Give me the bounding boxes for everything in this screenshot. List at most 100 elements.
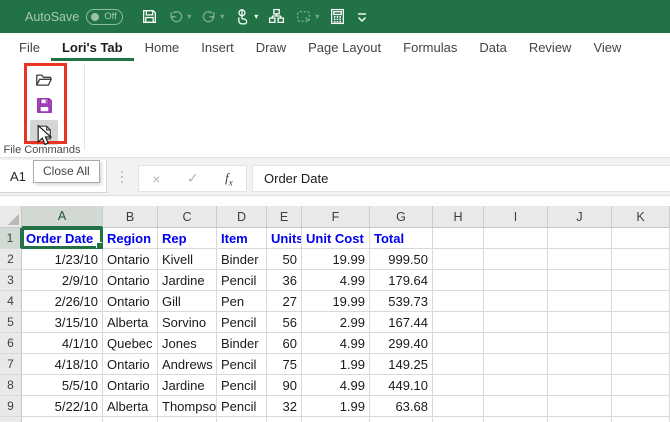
cell-J4[interactable] <box>548 291 612 312</box>
cell-D5[interactable]: Pencil <box>217 312 267 333</box>
cell-A1[interactable]: Order Date <box>22 228 103 249</box>
cell-B8[interactable]: Ontario <box>103 375 158 396</box>
tab-formulas[interactable]: Formulas <box>392 33 468 61</box>
cell-G9[interactable]: 63.68 <box>370 396 433 417</box>
cell-K5[interactable] <box>612 312 670 333</box>
cell-J1[interactable] <box>548 228 612 249</box>
cell-G5[interactable]: 167.44 <box>370 312 433 333</box>
row-header-10[interactable]: 10 <box>0 417 22 422</box>
cell-F5[interactable]: 2.99 <box>302 312 370 333</box>
cell-I9[interactable] <box>484 396 548 417</box>
cell-F6[interactable]: 4.99 <box>302 333 370 354</box>
row-header-2[interactable]: 2 <box>0 249 22 270</box>
cell-B9[interactable]: Alberta <box>103 396 158 417</box>
cell-A10[interactable] <box>22 417 103 422</box>
cell-A2[interactable]: 1/23/10 <box>22 249 103 270</box>
cell-F3[interactable]: 4.99 <box>302 270 370 291</box>
cell-F1[interactable]: Unit Cost <box>302 228 370 249</box>
cell-G7[interactable]: 149.25 <box>370 354 433 375</box>
tab-draw[interactable]: Draw <box>245 33 297 61</box>
cell-E1[interactable]: Units <box>267 228 302 249</box>
ink-select-button[interactable]: ▾ <box>290 4 324 30</box>
cell-E6[interactable]: 60 <box>267 333 302 354</box>
row-header-1[interactable]: 1 <box>0 228 22 249</box>
cell-H9[interactable] <box>433 396 484 417</box>
calculator-button[interactable] <box>324 4 351 30</box>
cell-C6[interactable]: Jones <box>158 333 217 354</box>
cell-C1[interactable]: Rep <box>158 228 217 249</box>
cell-I3[interactable] <box>484 270 548 291</box>
cell-D4[interactable]: Pen <box>217 291 267 312</box>
row-header-6[interactable]: 6 <box>0 333 22 354</box>
cell-C10[interactable] <box>158 417 217 422</box>
cell-J9[interactable] <box>548 396 612 417</box>
cell-J8[interactable] <box>548 375 612 396</box>
cell-G6[interactable]: 299.40 <box>370 333 433 354</box>
cell-A8[interactable]: 5/5/10 <box>22 375 103 396</box>
cell-H7[interactable] <box>433 354 484 375</box>
cell-F9[interactable]: 1.99 <box>302 396 370 417</box>
cell-H10[interactable] <box>433 417 484 422</box>
cell-J5[interactable] <box>548 312 612 333</box>
ink-select-dropdown-icon[interactable]: ▾ <box>315 13 319 21</box>
cell-K6[interactable] <box>612 333 670 354</box>
column-header-i[interactable]: I <box>484 206 548 228</box>
undo-button[interactable]: ▾ <box>163 4 196 30</box>
cancel-button[interactable]: × <box>152 171 160 187</box>
cell-C5[interactable]: Sorvino <box>158 312 217 333</box>
cell-D8[interactable]: Pencil <box>217 375 267 396</box>
save-button[interactable] <box>136 4 163 30</box>
cell-K3[interactable] <box>612 270 670 291</box>
customize-quick-access-toolbar-button[interactable] <box>351 4 373 30</box>
cell-K8[interactable] <box>612 375 670 396</box>
cell-F2[interactable]: 19.99 <box>302 249 370 270</box>
save-ribbon-button[interactable] <box>30 93 58 118</box>
cell-E4[interactable]: 27 <box>267 291 302 312</box>
enter-button[interactable]: ✓ <box>187 170 199 187</box>
row-header-9[interactable]: 9 <box>0 396 22 417</box>
cell-D6[interactable]: Binder <box>217 333 267 354</box>
cell-H2[interactable] <box>433 249 484 270</box>
tab-file[interactable]: File <box>8 33 51 61</box>
cell-D9[interactable]: Pencil <box>217 396 267 417</box>
cell-C4[interactable]: Gill <box>158 291 217 312</box>
cell-I6[interactable] <box>484 333 548 354</box>
undo-dropdown-icon[interactable]: ▾ <box>187 13 191 21</box>
cell-A9[interactable]: 5/22/10 <box>22 396 103 417</box>
touch-mode-dropdown-icon[interactable]: ▾ <box>254 13 258 21</box>
cell-D1[interactable]: Item <box>217 228 267 249</box>
cell-E2[interactable]: 50 <box>267 249 302 270</box>
column-header-h[interactable]: H <box>433 206 484 228</box>
cell-B10[interactable] <box>103 417 158 422</box>
autosave-control[interactable]: AutoSave Off <box>25 9 123 25</box>
formula-bar-resize-handle[interactable] <box>121 176 123 178</box>
cell-H1[interactable] <box>433 228 484 249</box>
cell-D3[interactable]: Pencil <box>217 270 267 291</box>
cell-A5[interactable]: 3/15/10 <box>22 312 103 333</box>
cell-K2[interactable] <box>612 249 670 270</box>
tab-insert[interactable]: Insert <box>190 33 245 61</box>
column-header-k[interactable]: K <box>612 206 670 228</box>
cell-E8[interactable]: 90 <box>267 375 302 396</box>
cell-H3[interactable] <box>433 270 484 291</box>
cell-K4[interactable] <box>612 291 670 312</box>
redo-button[interactable]: ▾ <box>196 4 229 30</box>
cell-G10[interactable] <box>370 417 433 422</box>
cell-F10[interactable] <box>302 417 370 422</box>
cell-B2[interactable]: Ontario <box>103 249 158 270</box>
cell-K9[interactable] <box>612 396 670 417</box>
tab-lori-s-tab[interactable]: Lori's Tab <box>51 33 134 61</box>
touch-mode-button[interactable]: ▾ <box>229 4 263 30</box>
cell-J10[interactable] <box>548 417 612 422</box>
cell-C2[interactable]: Kivell <box>158 249 217 270</box>
cell-I1[interactable] <box>484 228 548 249</box>
row-header-8[interactable]: 8 <box>0 375 22 396</box>
cell-A4[interactable]: 2/26/10 <box>22 291 103 312</box>
cell-J6[interactable] <box>548 333 612 354</box>
cell-A7[interactable]: 4/18/10 <box>22 354 103 375</box>
cell-B1[interactable]: Region <box>103 228 158 249</box>
cell-H5[interactable] <box>433 312 484 333</box>
cell-E10[interactable] <box>267 417 302 422</box>
cell-C9[interactable]: Thompson <box>158 396 217 417</box>
cell-C8[interactable]: Jardine <box>158 375 217 396</box>
